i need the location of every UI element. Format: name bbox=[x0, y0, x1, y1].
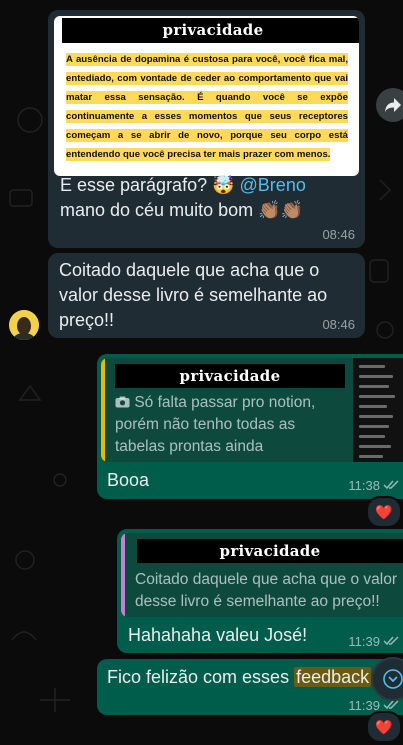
read-ticks-icon bbox=[383, 700, 399, 710]
search-highlight: feedback bbox=[294, 667, 372, 687]
camera-icon bbox=[115, 396, 130, 408]
heart-icon: ❤️ bbox=[375, 503, 393, 520]
quoted-message[interactable]: privacidade Só falta passar pro notion, … bbox=[101, 358, 403, 462]
message-text: Booa bbox=[107, 470, 150, 490]
message-text: Coitado daquele que acha que o valor des… bbox=[59, 260, 328, 330]
incoming-image-message[interactable]: privacidade A ausência de dopamina é cus… bbox=[48, 10, 365, 248]
message-text: Hahahaha valeu José! bbox=[128, 625, 308, 645]
quoted-message[interactable]: privacidade Coitado daquele que acha que… bbox=[121, 533, 403, 617]
heart-reaction[interactable]: ❤️ bbox=[366, 711, 402, 743]
privacy-redaction-bar: privacidade bbox=[62, 18, 359, 43]
heart-reaction[interactable]: ❤️ bbox=[366, 496, 402, 528]
outgoing-reply-message[interactable]: privacidade Coitado daquele que acha que… bbox=[117, 529, 403, 653]
mention-link[interactable]: @Breno bbox=[235, 175, 306, 195]
quoted-text: Só falta passar pro notion, porém não te… bbox=[115, 394, 316, 455]
message-time: 11:39 bbox=[348, 634, 399, 649]
shared-book-image[interactable]: privacidade A ausência de dopamina é cus… bbox=[54, 16, 359, 176]
forward-button[interactable] bbox=[376, 88, 403, 122]
book-excerpt-text: A ausência de dopamina é custosa para vo… bbox=[66, 53, 348, 161]
quoted-text: Coitado daquele que acha que o valor des… bbox=[135, 571, 397, 610]
quote-accent-bar bbox=[101, 358, 105, 462]
message-text: Fico felizão com esses feedback bbox=[107, 667, 372, 687]
incoming-text-message[interactable]: Coitado daquele que acha que o valor des… bbox=[48, 253, 365, 338]
heart-icon: ❤️ bbox=[375, 718, 393, 735]
outgoing-text-message[interactable]: Fico felizão com esses feedback 11:39 bbox=[97, 659, 403, 715]
quoted-image-thumbnail bbox=[353, 358, 403, 462]
message-time: 08:46 bbox=[322, 317, 355, 332]
message-text: E esse parágrafo? 🤯 @Breno mano do céu m… bbox=[60, 175, 306, 220]
read-ticks-icon bbox=[383, 636, 399, 646]
read-ticks-icon bbox=[383, 480, 399, 490]
avatar[interactable] bbox=[9, 310, 39, 340]
message-time: 08:46 bbox=[322, 227, 355, 242]
quote-accent-bar bbox=[121, 533, 125, 617]
privacy-redaction-bar: privacidade bbox=[115, 364, 345, 388]
privacy-redaction-bar: privacidade bbox=[137, 539, 403, 563]
message-time: 11:38 bbox=[348, 478, 399, 493]
chevron-down-icon bbox=[383, 669, 403, 689]
forward-icon bbox=[385, 98, 401, 112]
avatar-face-icon bbox=[9, 310, 39, 340]
outgoing-reply-message[interactable]: privacidade Só falta passar pro notion, … bbox=[97, 354, 403, 499]
